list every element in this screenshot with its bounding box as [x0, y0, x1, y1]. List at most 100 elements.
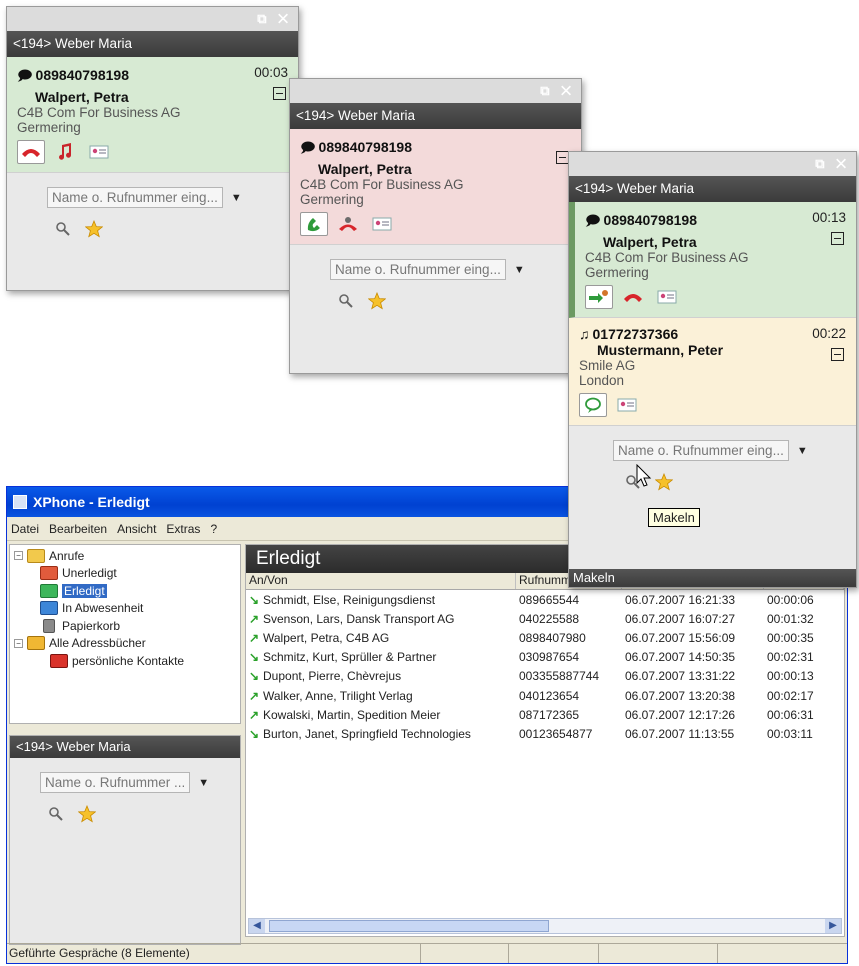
collapse-icon[interactable]: −	[14, 551, 23, 561]
menu-ansicht[interactable]: Ansicht	[115, 522, 158, 536]
scroll-thumb[interactable]	[269, 920, 549, 932]
transfer-call-icon[interactable]	[585, 285, 613, 309]
menu-bearbeiten[interactable]: Bearbeiten	[47, 522, 109, 536]
caller-city: Germering	[585, 265, 649, 280]
incoming-call-icon: ↘	[249, 726, 260, 741]
window-controls[interactable]: ⧉ ✕	[540, 83, 575, 99]
caller-name: Mustermann, Peter	[597, 342, 724, 358]
call-window-2: ⧉ ✕ <194> Weber Maria 🗩 089840798198 Walp…	[289, 78, 582, 374]
active-call-card[interactable]: 🗩 089840798198 00:03 Walpert, Petra C4B C…	[7, 57, 298, 173]
star-icon[interactable]	[85, 220, 103, 238]
extension-name: <194> Weber Maria	[290, 103, 581, 129]
collapse-icon[interactable]	[831, 348, 844, 361]
makeln-speech-icon[interactable]	[579, 393, 607, 417]
star-icon[interactable]	[78, 805, 96, 823]
outgoing-call-icon: ↗	[249, 707, 260, 722]
music-note-icon[interactable]	[51, 140, 79, 164]
search-input[interactable]: Name o. Rufnummer eing...	[613, 440, 789, 461]
tree-item-papierkorb[interactable]: Papierkorb	[14, 617, 236, 635]
hangup-icon[interactable]	[17, 140, 45, 164]
accept-call-icon[interactable]	[300, 212, 328, 236]
active-call-card[interactable]: 🗩 089840798198 00:13 Walpert, Petra C4B C…	[569, 202, 856, 318]
window-controls[interactable]: ⧉ ✕	[815, 156, 850, 172]
collapse-icon[interactable]	[831, 232, 844, 245]
tree-item-unerledigt[interactable]: Unerledigt	[14, 565, 236, 583]
search-icon[interactable]	[338, 293, 354, 309]
call-window-3: ⧉ ✕ <194> Weber Maria 🗩 089840798198 00:1…	[568, 151, 857, 588]
call-actions	[300, 212, 571, 236]
table-row[interactable]: ↘ Dupont, Pierre, Chèvrejus 003355887744 06…	[246, 667, 844, 686]
tooltip: Makeln	[648, 508, 700, 527]
tree-item-erledigt[interactable]: Erledigt	[14, 582, 236, 600]
call-duration: 00:03	[254, 65, 288, 80]
caller-name: Walpert, Petra	[318, 161, 412, 177]
dropdown-arrow-icon[interactable]: ▼	[231, 192, 242, 204]
caller-city: Germering	[17, 120, 81, 135]
menu-help[interactable]: ?	[208, 522, 219, 536]
menu-datei[interactable]: Datei	[9, 522, 41, 536]
window-title: XPhone - Erledigt	[33, 494, 150, 510]
call-duration: 00:13	[812, 210, 846, 225]
table-row[interactable]: ↗ Kowalski, Martin, Spedition Meier 087172…	[246, 705, 844, 724]
search-input[interactable]: Name o. Rufnummer eing...	[330, 259, 506, 280]
incoming-call-icon: ↘	[249, 650, 260, 665]
search-row: Name o. Rufnummer eing... ▼	[7, 173, 298, 208]
call-list-pane: Erledigt An/Von Rufnummer ↘ Schmidt, Else…	[245, 544, 845, 937]
horizontal-scrollbar[interactable]: ◀ ▶	[248, 918, 842, 934]
contact-card-icon[interactable]	[85, 140, 113, 164]
search-icon[interactable]	[55, 221, 71, 237]
blue-folder-icon	[40, 601, 58, 616]
call-actions	[585, 285, 846, 309]
tree-item-persoenliche-kontakte[interactable]: persönliche Kontakte	[14, 652, 236, 670]
table-row[interactable]: ↗ Walpert, Petra, C4B AG 0898407980 06.07.2…	[246, 628, 844, 647]
scroll-left-icon[interactable]: ◀	[249, 919, 265, 933]
star-icon[interactable]	[655, 473, 673, 491]
search-input[interactable]: Name o. Rufnummer ...	[40, 772, 191, 793]
held-call-card[interactable]: ♫ 01772737366 00:22 Mustermann, Peter Smi…	[569, 318, 856, 426]
dropdown-arrow-icon[interactable]: ▼	[797, 445, 808, 457]
caller-company: C4B Com For Business AG	[300, 177, 464, 192]
menu-extras[interactable]: Extras	[164, 522, 202, 536]
table-row[interactable]: ↘ Schmidt, Else, Reinigungsdienst 08966554…	[246, 590, 844, 609]
deflect-call-icon[interactable]	[334, 212, 362, 236]
column-header-an-von[interactable]: An/Von	[246, 573, 516, 589]
tree-item-alle-adressbuecher[interactable]: − Alle Adressbücher	[14, 635, 236, 653]
table-row[interactable]: ↘ Schmitz, Kurt, Sprüller & Partner 030987…	[246, 648, 844, 667]
status-strip: Makeln	[569, 569, 856, 587]
ringing-call-card[interactable]: 🗩 089840798198 Walpert, Petra C4B Com For…	[290, 129, 581, 245]
caller-name: Walpert, Petra	[35, 89, 129, 105]
caller-name: Walpert, Petra	[603, 234, 697, 250]
table-row[interactable]: ↘ Burton, Janet, Springfield Technologies…	[246, 724, 844, 743]
search-icon[interactable]	[48, 806, 64, 822]
hangup-icon[interactable]	[619, 285, 647, 309]
collapse-icon[interactable]: −	[14, 638, 23, 648]
scroll-right-icon[interactable]: ▶	[825, 919, 841, 933]
table-row[interactable]: ↗ Walker, Anne, Trilight Verlag 040123654 0…	[246, 686, 844, 705]
tree-item-anrufe[interactable]: − Anrufe	[14, 547, 236, 565]
search-row: Name o. Rufnummer eing... ▼	[569, 426, 856, 461]
caller-city: Germering	[300, 192, 364, 207]
call-window-1: ⧉ ✕ <194> Weber Maria 🗩 089840798198 00:0…	[6, 6, 299, 291]
outgoing-call-icon: ↗	[249, 611, 260, 626]
search-row: Name o. Rufnummer eing... ▼	[290, 245, 581, 280]
status-bar: Geführte Gespräche (8 Elemente)	[7, 943, 847, 963]
red-folder-icon	[40, 566, 58, 581]
contact-card-icon[interactable]	[613, 393, 641, 417]
toolbar	[7, 208, 298, 238]
star-icon[interactable]	[368, 292, 386, 310]
toolbar	[290, 280, 581, 310]
contact-card-icon[interactable]	[653, 285, 681, 309]
green-folder-icon	[40, 583, 58, 598]
toolbar	[569, 461, 856, 491]
outgoing-call-icon: ↗	[249, 688, 260, 703]
collapse-icon[interactable]	[273, 87, 286, 100]
dropdown-arrow-icon[interactable]: ▼	[198, 777, 209, 789]
table-row[interactable]: ↗ Svenson, Lars, Dansk Transport AG 040225…	[246, 609, 844, 628]
search-input[interactable]: Name o. Rufnummer eing...	[47, 187, 223, 208]
window-controls[interactable]: ⧉ ✕	[257, 11, 292, 27]
contact-card-icon[interactable]	[368, 212, 396, 236]
dropdown-arrow-icon[interactable]: ▼	[514, 264, 525, 276]
tree-item-in-abwesenheit[interactable]: In Abwesenheit	[14, 600, 236, 618]
speech-bubble-icon: 🗩	[585, 212, 601, 228]
extension-name: <194> Weber Maria	[569, 176, 856, 202]
